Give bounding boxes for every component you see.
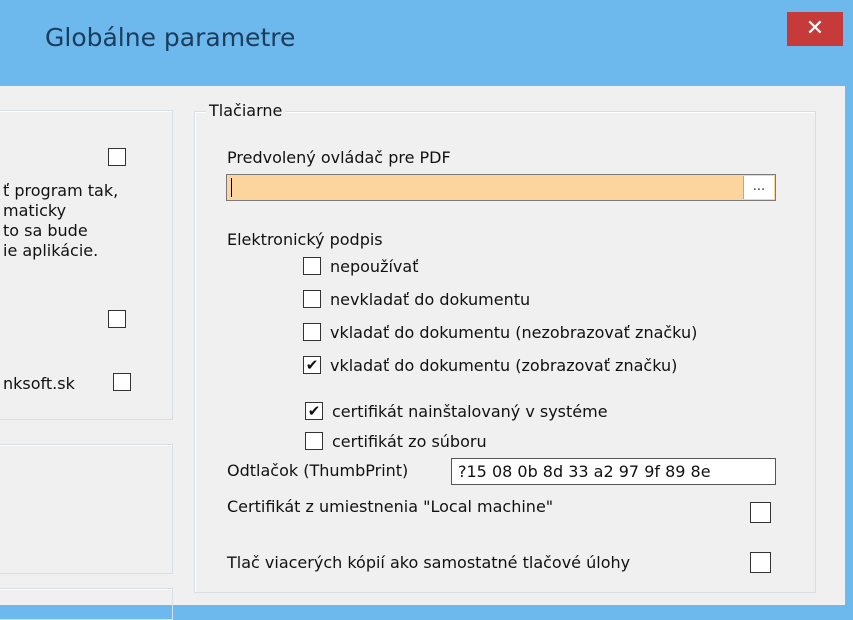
option-checkbox[interactable] xyxy=(303,257,321,275)
option-label: vkladať do dokumentu (nezobrazovať značk… xyxy=(330,323,698,342)
thumbprint-label: Odtlačok (ThumbPrint) xyxy=(227,461,409,480)
option-checkbox[interactable] xyxy=(303,290,321,308)
left-checkbox-3[interactable] xyxy=(113,373,131,391)
multi-copy-checkbox[interactable] xyxy=(750,552,771,573)
pdf-browse-button[interactable]: ... xyxy=(743,176,774,199)
window-right-border xyxy=(845,86,853,605)
cert-checkbox[interactable] xyxy=(305,432,323,450)
option-checkbox[interactable] xyxy=(303,323,321,341)
esign-label: Elektronický podpis xyxy=(227,230,383,249)
multi-copy-label: Tlač viacerých kópií ako samostatné tlač… xyxy=(227,553,631,572)
left-checkbox-1[interactable] xyxy=(108,148,126,166)
window-title: Globálne parametre xyxy=(45,23,296,52)
pdf-driver-label: Predvolený ovládač pre PDF xyxy=(227,148,451,167)
cert-option-label: certifikát zo súboru xyxy=(332,432,487,451)
left-text-line: to sa bude xyxy=(3,221,88,240)
cert-option-label: certifikát nainštalovaný v systéme xyxy=(332,402,608,421)
left-text-line: ť program tak, xyxy=(3,181,119,200)
text-caret xyxy=(231,178,232,197)
left-checkbox-2[interactable] xyxy=(108,310,126,328)
left-text-line: ie aplikácie. xyxy=(3,241,99,260)
title-bar: Globálne parametre ✕ xyxy=(0,0,853,86)
printers-legend: Tlačiarne xyxy=(206,101,286,120)
close-button[interactable]: ✕ xyxy=(787,12,843,46)
option-label: nevkladať do dokumentu xyxy=(330,290,531,309)
cert-checkbox-checked[interactable]: ✔ xyxy=(305,402,323,420)
option-label: nepoužívať xyxy=(330,257,419,276)
thumbprint-input[interactable]: ?15 08 0b 8d 33 a2 97 9f 89 8e xyxy=(451,458,776,485)
option-label: vkladať do dokumentu (zobrazovať značku) xyxy=(330,356,678,375)
left-text-line: maticky xyxy=(3,201,67,220)
option-checkbox-checked[interactable]: ✔ xyxy=(303,356,321,374)
left-groupbox-middle xyxy=(0,444,173,574)
local-machine-label: Certifikát z umiestnenia "Local machine" xyxy=(227,497,554,516)
pdf-driver-input[interactable]: ... xyxy=(226,174,776,201)
left-groupbox-bottom xyxy=(0,588,173,620)
local-machine-checkbox[interactable] xyxy=(750,502,771,523)
domain-label: nksoft.sk xyxy=(3,374,75,393)
